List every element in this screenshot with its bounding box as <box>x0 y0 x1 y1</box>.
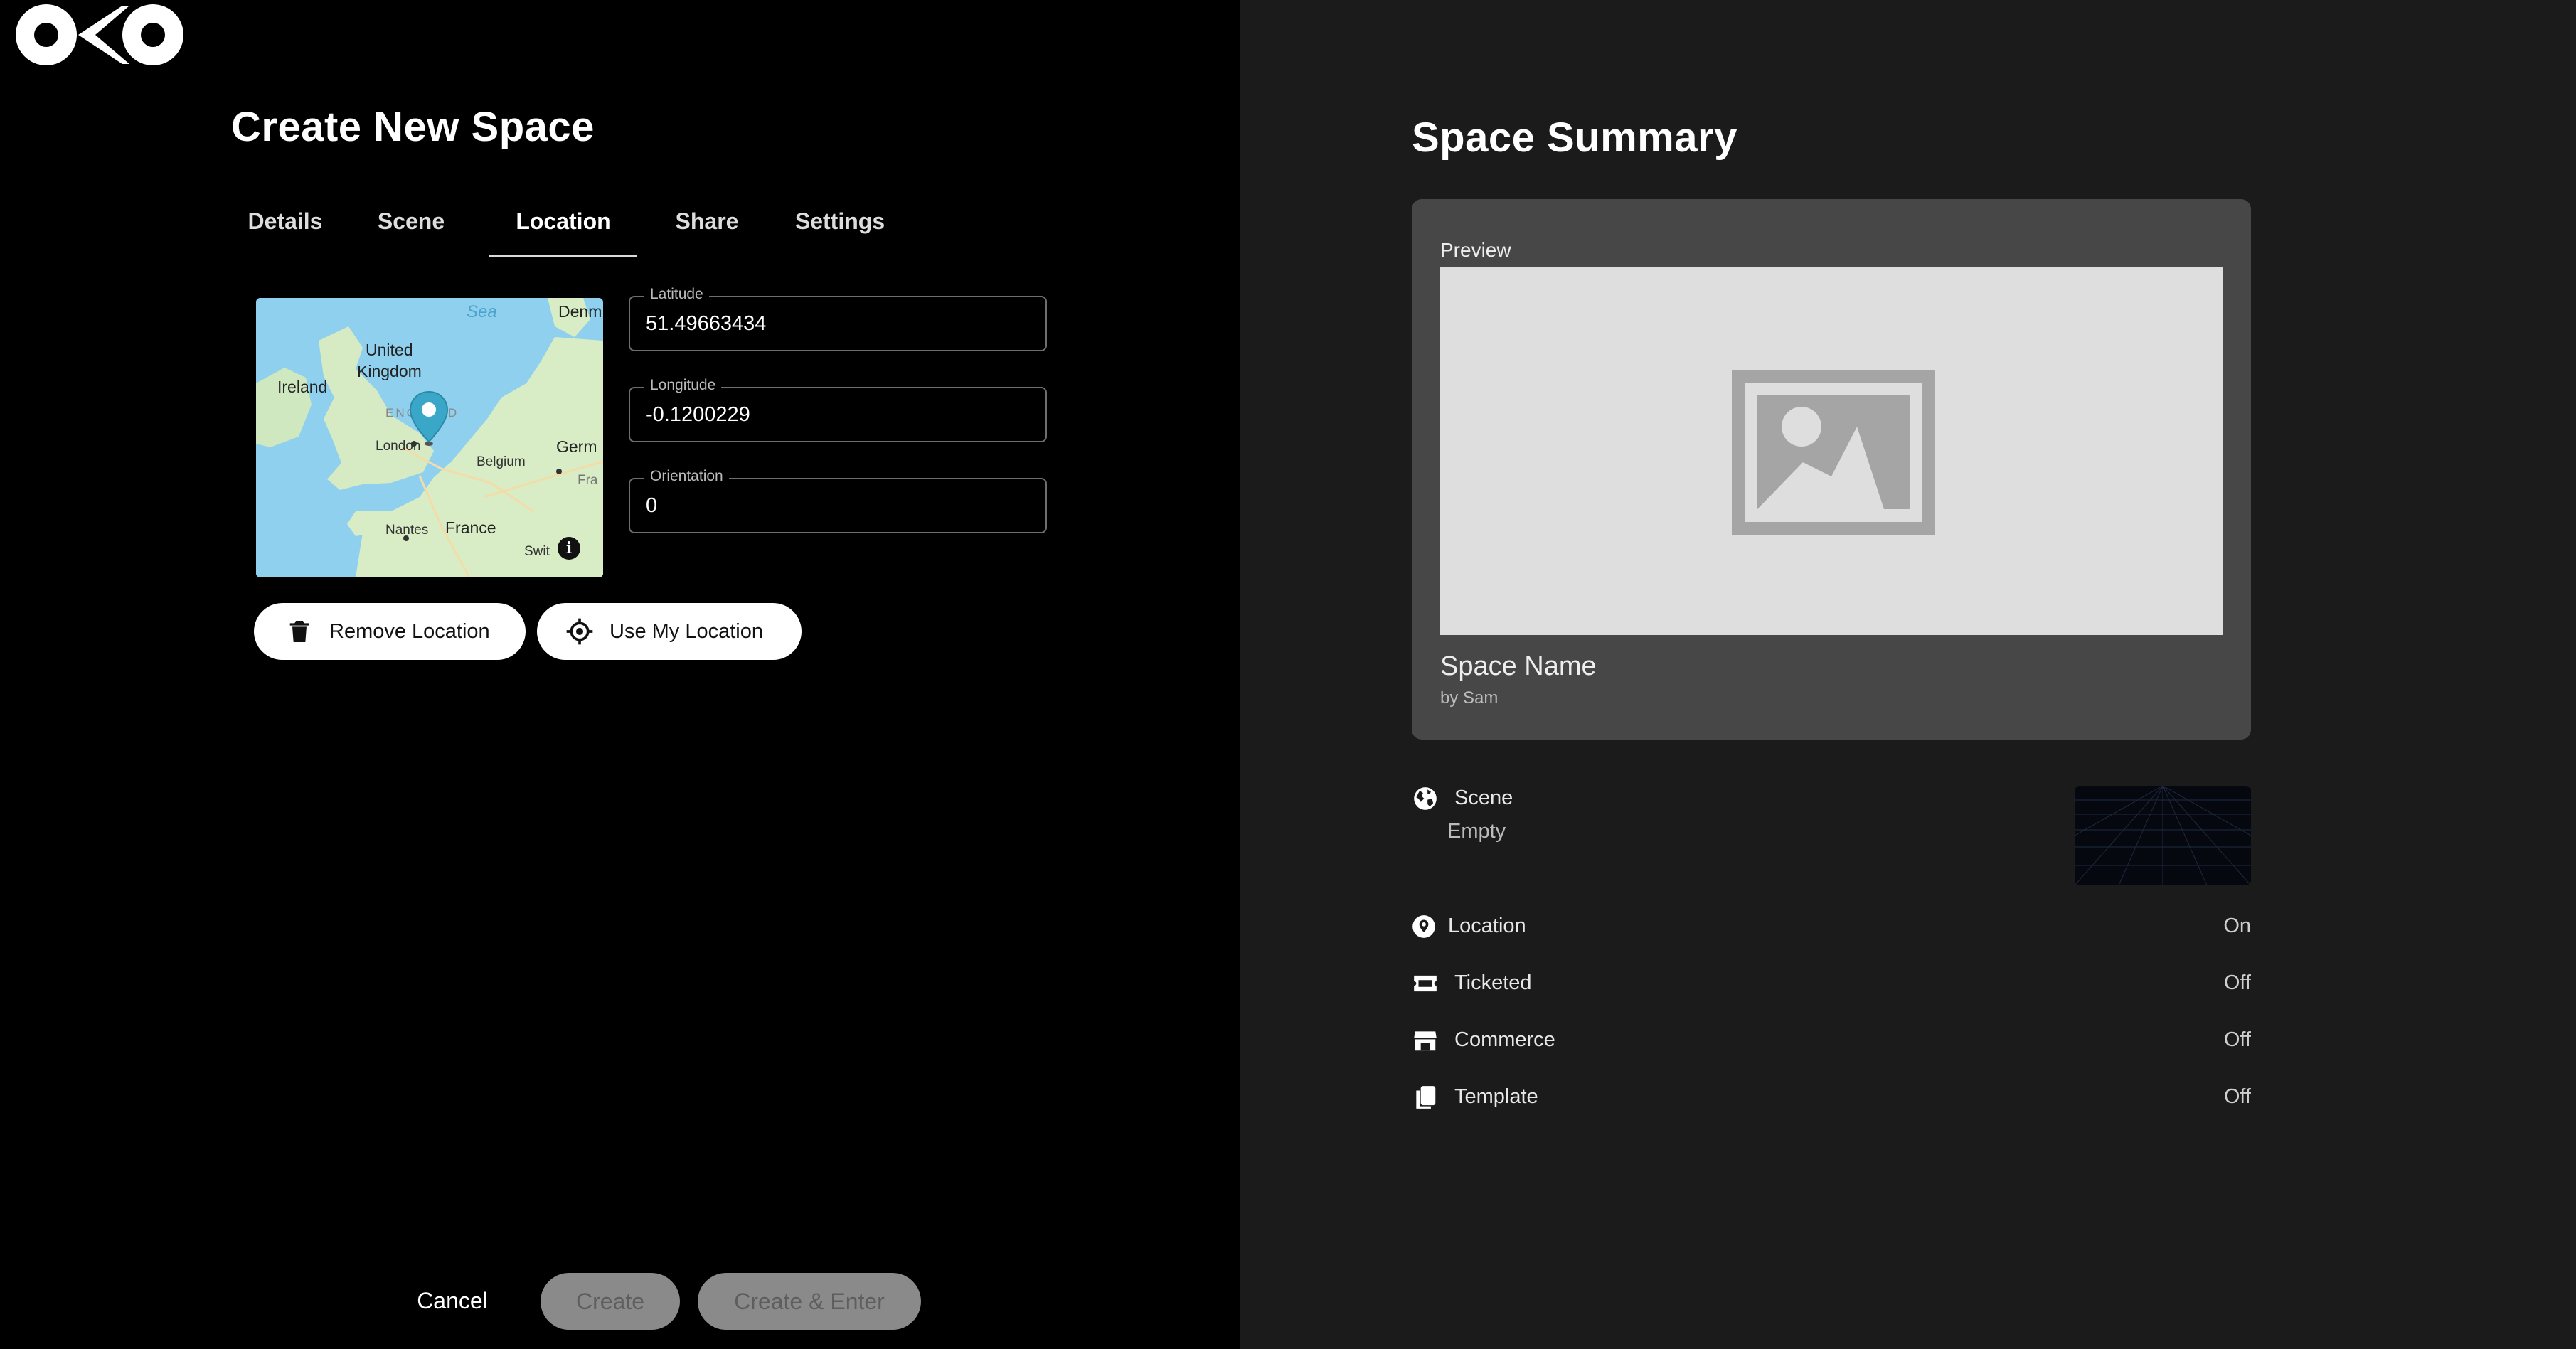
map-label-france-small: Fra <box>578 473 598 488</box>
map-label-nantes: Nantes <box>385 523 429 538</box>
create-and-enter-button[interactable]: Create & Enter <box>698 1273 921 1330</box>
location-pin-icon <box>1412 915 1435 938</box>
commerce-value: Off <box>2223 1028 2251 1051</box>
tab-settings[interactable]: Settings <box>781 201 899 255</box>
scene-grid <box>2075 786 2251 885</box>
copy-icon <box>1416 1086 1436 1109</box>
orientation-input[interactable] <box>646 479 1030 532</box>
ticket-icon <box>1414 975 1437 992</box>
scene-value: Empty <box>1447 820 1506 843</box>
space-name: Space Name <box>1440 651 1597 681</box>
map-label-uk-line1: United <box>366 341 413 359</box>
map-info-icon[interactable]: i <box>558 537 580 560</box>
map-label-switzerland: Swit <box>524 544 550 559</box>
ticketed-label: Ticketed <box>1454 971 1532 994</box>
template-label: Template <box>1454 1085 1538 1108</box>
map-label-france: France <box>445 518 496 537</box>
map-label-germany: Germ <box>556 437 597 456</box>
template-value: Off <box>2223 1085 2251 1108</box>
storefront-icon <box>1414 1031 1437 1051</box>
location-map[interactable]: Sea Denm United Kingdom Ireland ENGLAND … <box>256 298 603 577</box>
scene-thumbnail[interactable] <box>2075 786 2251 885</box>
image-placeholder-icon <box>1732 370 1935 535</box>
cancel-button[interactable]: Cancel <box>395 1273 509 1328</box>
orientation-field[interactable]: Orientation <box>629 468 1047 533</box>
create-button[interactable]: Create <box>541 1273 680 1330</box>
map-pin-icon[interactable] <box>408 390 449 447</box>
location-value: On <box>2223 915 2251 937</box>
oko-logo[interactable] <box>16 4 183 65</box>
map-label-uk-line2: Kingdom <box>357 362 422 380</box>
map-label-sea: Sea <box>467 302 497 321</box>
tab-scene[interactable]: Scene <box>367 201 455 255</box>
tab-details[interactable]: Details <box>232 201 339 255</box>
preview-image <box>1440 267 2223 635</box>
latitude-field[interactable]: Latitude <box>629 286 1047 351</box>
longitude-field[interactable]: Longitude <box>629 377 1047 442</box>
preview-card: Preview Space Name by Sam <box>1412 199 2251 740</box>
ticketed-value: Off <box>2223 971 2251 994</box>
globe-icon <box>1414 787 1437 810</box>
remove-location-label: Remove Location <box>329 619 490 643</box>
latitude-input[interactable] <box>646 297 1030 350</box>
tab-location[interactable]: Location <box>489 201 637 257</box>
create-space-panel: Create New Space Details Scene Location … <box>0 0 1240 1349</box>
commerce-label: Commerce <box>1454 1028 1555 1051</box>
longitude-input[interactable] <box>646 388 1030 441</box>
summary-title: Space Summary <box>1412 114 1737 161</box>
use-my-location-label: Use My Location <box>610 619 763 643</box>
space-author: by Sam <box>1440 688 1499 708</box>
trash-icon <box>285 617 314 646</box>
map-label-ireland: Ireland <box>277 378 328 396</box>
map-label-belgium: Belgium <box>477 454 526 469</box>
scene-label: Scene <box>1454 787 1513 809</box>
preview-label: Preview <box>1440 239 1511 261</box>
page-title: Create New Space <box>231 104 595 150</box>
tab-share[interactable]: Share <box>663 201 751 255</box>
remove-location-button[interactable]: Remove Location <box>254 603 526 660</box>
location-label: Location <box>1448 915 1526 937</box>
use-my-location-button[interactable]: Use My Location <box>537 603 802 660</box>
crosshair-icon <box>565 617 594 646</box>
map-label-denmark: Denm <box>558 302 602 321</box>
